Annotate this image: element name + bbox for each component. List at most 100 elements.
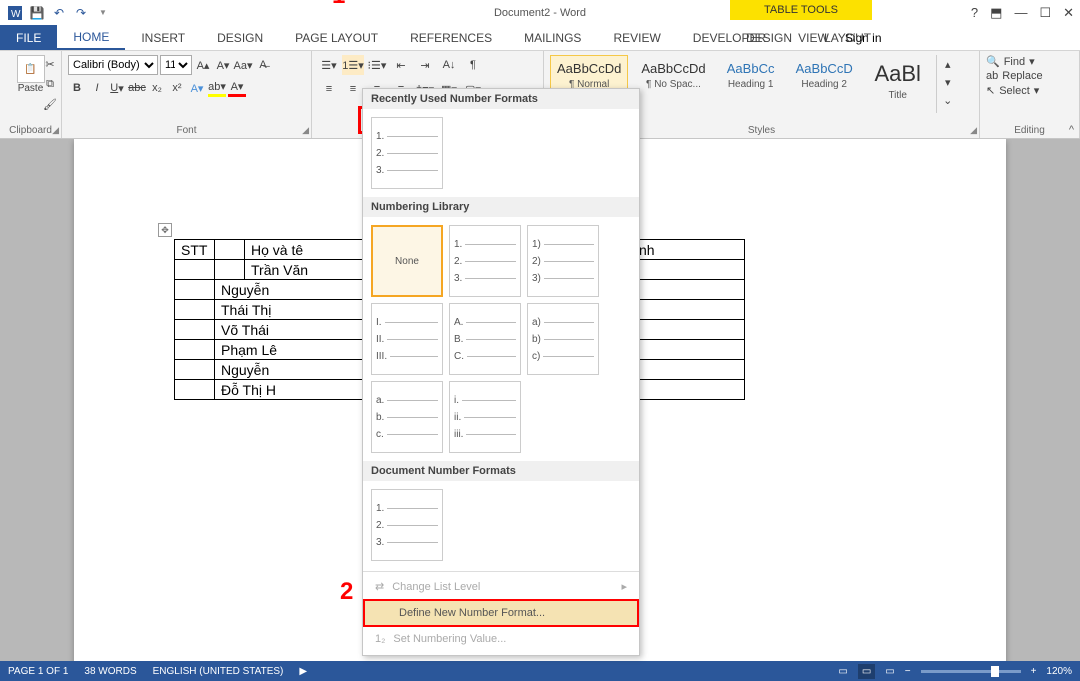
annotation-2: 2: [340, 578, 353, 606]
clear-formatting-icon[interactable]: A̶: [254, 56, 272, 74]
tab-page-layout[interactable]: PAGE LAYOUT: [279, 25, 394, 50]
align-left-button[interactable]: ≡: [318, 79, 340, 99]
tab-table-design[interactable]: DESIGN: [730, 31, 808, 45]
clipboard-launcher-icon[interactable]: ◢: [52, 125, 59, 136]
svg-text:W: W: [11, 9, 21, 20]
find-button[interactable]: 🔍Find ▾: [986, 55, 1073, 68]
num-format-none[interactable]: None: [371, 225, 443, 297]
numbering-dropdown: Recently Used Number Formats 1. 2. 3. Nu…: [362, 88, 640, 656]
tab-mailings[interactable]: MAILINGS: [508, 25, 597, 50]
tab-review[interactable]: REVIEW: [597, 25, 676, 50]
recent-formats-title: Recently Used Number Formats: [363, 89, 639, 109]
num-format-upper-roman[interactable]: I. II. III.: [371, 303, 443, 375]
document-title: Document2 - Word: [494, 7, 586, 19]
title-bar: W 💾 ↶ ↷ ▼ Document2 - Word TABLE TOOLS ?…: [0, 0, 1080, 25]
replace-button[interactable]: abReplace: [986, 70, 1073, 82]
window-controls: ? ⬒ — ☐ ✕: [971, 5, 1074, 21]
web-layout-icon[interactable]: ▭: [885, 666, 894, 677]
multilevel-list-button[interactable]: ⁝☰▾: [366, 55, 388, 75]
tab-file[interactable]: FILE: [0, 25, 57, 50]
numbering-button[interactable]: 1☰▾: [342, 55, 364, 75]
font-size-select[interactable]: 11: [160, 55, 192, 75]
decrease-indent-button[interactable]: ⇤: [390, 55, 412, 75]
save-icon[interactable]: 💾: [28, 4, 46, 22]
num-format-decimal[interactable]: 1. 2. 3.: [449, 225, 521, 297]
select-icon: ↖: [986, 84, 995, 97]
define-new-number-format-menu[interactable]: Define New Number Format...: [363, 599, 639, 627]
num-format-lower-alpha[interactable]: a. b. c.: [371, 381, 443, 453]
style-no-spacing[interactable]: AaBbCcDd¶ No Spac...: [634, 55, 712, 113]
set-value-icon: 1₂: [375, 633, 385, 645]
doc-number-formats-title: Document Number Formats: [363, 461, 639, 481]
increase-indent-button[interactable]: ⇥: [414, 55, 436, 75]
annotation-1: 1: [332, 0, 345, 10]
show-marks-button[interactable]: ¶: [462, 55, 484, 75]
format-painter-icon[interactable]: 🖌: [41, 95, 59, 113]
tab-insert[interactable]: INSERT: [125, 25, 201, 50]
minimize-icon[interactable]: —: [1014, 5, 1027, 21]
zoom-level[interactable]: 120%: [1046, 666, 1072, 677]
redo-icon[interactable]: ↷: [72, 4, 90, 22]
tab-home[interactable]: HOME: [57, 25, 125, 50]
undo-icon[interactable]: ↶: [50, 4, 68, 22]
num-format-lower-alpha-paren[interactable]: a) b) c): [527, 303, 599, 375]
find-icon: 🔍: [986, 55, 1000, 68]
font-group: Calibri (Body) 11 A▴ A▾ Aa▾ A̶ B I U▾ ab…: [62, 51, 312, 138]
print-layout-icon[interactable]: ▭: [858, 664, 875, 679]
tab-table-layout[interactable]: LAYOUT: [808, 31, 887, 45]
numbering-library-title: Numbering Library: [363, 197, 639, 217]
font-launcher-icon[interactable]: ◢: [302, 125, 309, 136]
help-icon[interactable]: ?: [971, 5, 978, 21]
font-group-label: Font: [68, 123, 305, 136]
font-color-icon[interactable]: A▾: [228, 79, 246, 97]
num-format-decimal-paren[interactable]: 1) 2) 3): [527, 225, 599, 297]
styles-scroll-up-icon[interactable]: ▴: [939, 55, 957, 73]
style-heading1[interactable]: AaBbCcHeading 1: [719, 55, 783, 113]
bullets-button[interactable]: ☰▾: [318, 55, 340, 75]
highlight-icon[interactable]: ab▾: [208, 79, 226, 97]
num-format-lower-roman[interactable]: i. ii. iii.: [449, 381, 521, 453]
qat-dropdown-icon[interactable]: ▼: [94, 4, 112, 22]
table-tools-tab: TABLE TOOLS: [730, 0, 872, 20]
text-effects-icon[interactable]: A▾: [188, 79, 206, 97]
styles-launcher-icon[interactable]: ◢: [970, 125, 977, 136]
word-count[interactable]: 38 WORDS: [84, 666, 136, 677]
macro-icon[interactable]: ▶: [299, 666, 307, 677]
num-format-upper-alpha[interactable]: A. B. C.: [449, 303, 521, 375]
change-case-icon[interactable]: Aa▾: [234, 56, 252, 74]
tab-design[interactable]: DESIGN: [201, 25, 279, 50]
collapse-ribbon-icon[interactable]: ^: [1069, 124, 1074, 136]
num-format-decimal-doc[interactable]: 1. 2. 3.: [371, 489, 443, 561]
maximize-icon[interactable]: ☐: [1039, 5, 1051, 21]
language-indicator[interactable]: ENGLISH (UNITED STATES): [153, 666, 284, 677]
styles-scroll-down-icon[interactable]: ▾: [939, 73, 957, 91]
zoom-slider[interactable]: [921, 670, 1021, 673]
table-move-handle[interactable]: ✥: [158, 223, 172, 237]
italic-button[interactable]: I: [88, 79, 106, 97]
close-icon[interactable]: ✕: [1063, 5, 1074, 21]
style-title[interactable]: AaBlTitle: [866, 55, 930, 113]
grow-font-icon[interactable]: A▴: [194, 56, 212, 74]
read-mode-icon[interactable]: ▭: [838, 666, 847, 677]
font-name-select[interactable]: Calibri (Body): [68, 55, 158, 75]
underline-button[interactable]: U▾: [108, 79, 126, 97]
page-indicator[interactable]: PAGE 1 OF 1: [8, 666, 68, 677]
paste-label: Paste: [18, 83, 44, 94]
copy-icon[interactable]: ⧉: [41, 75, 59, 93]
select-button[interactable]: ↖Select ▾: [986, 84, 1073, 97]
cut-icon[interactable]: ✂: [41, 55, 59, 73]
style-heading2[interactable]: AaBbCcDHeading 2: [789, 55, 860, 113]
ribbon-display-icon[interactable]: ⬒: [990, 5, 1002, 21]
superscript-button[interactable]: x²: [168, 79, 186, 97]
shrink-font-icon[interactable]: A▾: [214, 56, 232, 74]
bold-button[interactable]: B: [68, 79, 86, 97]
num-format-decimal-recent[interactable]: 1. 2. 3.: [371, 117, 443, 189]
sort-button[interactable]: A↓: [438, 55, 460, 75]
align-center-button[interactable]: ≡: [342, 79, 364, 99]
subscript-button[interactable]: x₂: [148, 79, 166, 97]
strikethrough-button[interactable]: abc: [128, 79, 146, 97]
tab-references[interactable]: REFERENCES: [394, 25, 508, 50]
zoom-out-button[interactable]: −: [905, 666, 911, 677]
zoom-in-button[interactable]: +: [1031, 666, 1037, 677]
styles-expand-icon[interactable]: ⌄: [939, 91, 957, 109]
